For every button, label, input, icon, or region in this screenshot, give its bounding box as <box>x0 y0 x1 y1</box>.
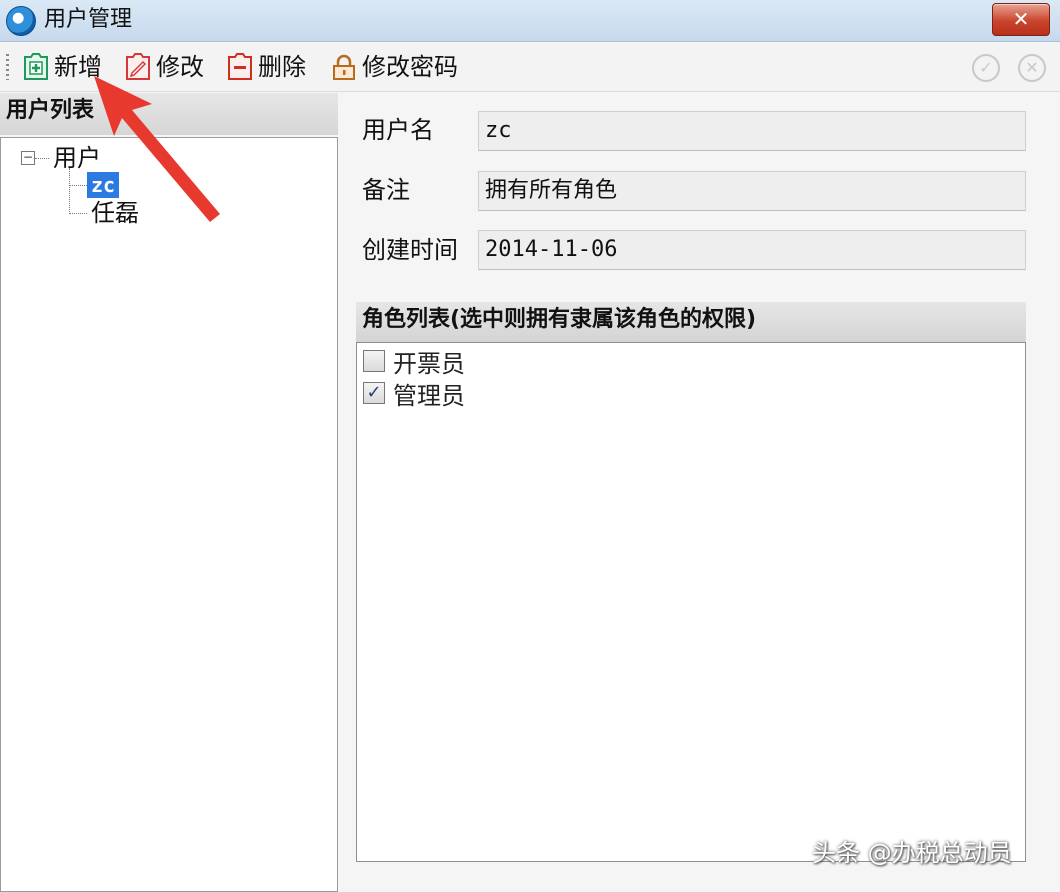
add-user-icon <box>22 53 50 81</box>
user-list-header: 用户列表 <box>0 93 338 135</box>
tree-connector <box>69 185 87 186</box>
tree-root-users[interactable]: 用户 <box>53 143 101 173</box>
role-list-header: 角色列表(选中则拥有隶属该角色的权限) <box>356 302 1026 342</box>
window-close-button[interactable]: ✕ <box>992 3 1050 36</box>
role-item-label: 开票员 <box>393 349 465 378</box>
check-circle-icon[interactable]: ✓ <box>972 54 1000 82</box>
role-checkbox-checked[interactable]: ✓ <box>363 382 385 404</box>
edit-user-icon <box>124 53 152 81</box>
role-item[interactable]: 开票员 <box>363 346 465 378</box>
created-time-field[interactable]: 2014-11-06 <box>478 230 1026 270</box>
toolbar-grip[interactable] <box>6 54 9 80</box>
add-button[interactable]: 新增 <box>22 50 102 84</box>
role-item-label: 管理员 <box>393 381 465 410</box>
delete-user-icon <box>226 53 254 81</box>
role-item[interactable]: ✓ 管理员 <box>363 378 465 410</box>
tree-connector <box>69 213 87 214</box>
toolbar: 新增 修改 删除 修改密码 ✓ ✕ <box>0 42 1060 92</box>
watermark: 头条 @办税总动员 <box>812 839 1012 867</box>
tree-connector <box>69 168 70 214</box>
created-time-label: 创建时间 <box>362 236 458 264</box>
username-label: 用户名 <box>362 116 434 144</box>
edit-button[interactable]: 修改 <box>124 50 204 84</box>
window-title: 用户管理 <box>44 7 133 32</box>
user-tree: − 用户 zc 任磊 <box>0 137 338 892</box>
add-button-label: 新增 <box>54 53 102 81</box>
tree-item-user[interactable]: 任磊 <box>91 198 139 228</box>
remark-field[interactable]: 拥有所有角色 <box>478 171 1026 211</box>
role-list: 开票员 ✓ 管理员 <box>356 342 1026 862</box>
delete-button[interactable]: 删除 <box>226 50 306 84</box>
role-checkbox-unchecked[interactable] <box>363 350 385 372</box>
tree-connector <box>35 158 49 159</box>
app-logo-icon <box>6 6 36 36</box>
title-bar: 用户管理 ✕ <box>0 0 1060 42</box>
change-password-button[interactable]: 修改密码 <box>330 50 458 84</box>
remark-label: 备注 <box>362 176 410 204</box>
delete-button-label: 删除 <box>258 53 306 81</box>
close-circle-icon[interactable]: ✕ <box>1018 54 1046 82</box>
lock-icon <box>330 53 358 81</box>
edit-button-label: 修改 <box>156 53 204 81</box>
tree-collapse-toggle[interactable]: − <box>21 151 35 165</box>
username-field[interactable]: zc <box>478 111 1026 151</box>
tree-item-user-selected[interactable]: zc <box>87 172 120 198</box>
change-password-button-label: 修改密码 <box>362 53 458 81</box>
